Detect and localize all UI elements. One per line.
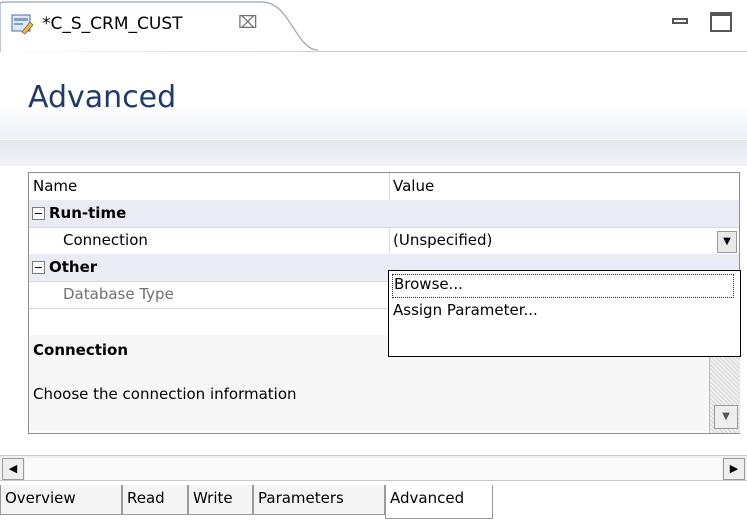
scroll-right-icon[interactable]: ▶	[723, 458, 745, 480]
editor-tab[interactable]: *C_S_CRM_CUST ⌧	[0, 0, 318, 52]
category-label: Run-time	[49, 204, 127, 222]
category-row-run-time[interactable]: Run-time	[29, 200, 739, 228]
editor-tab-title: *C_S_CRM_CUST	[42, 14, 183, 34]
table-header-row: Name Value	[29, 173, 739, 201]
tab-read[interactable]: Read	[122, 485, 188, 515]
dropdown-item-assign-parameter[interactable]: Assign Parameter...	[392, 301, 538, 325]
column-header-name: Name	[33, 177, 78, 195]
property-value-select[interactable]: (Unspecified)	[393, 231, 492, 249]
description-title: Connection	[33, 341, 129, 359]
minimize-icon[interactable]	[672, 18, 688, 24]
collapse-icon[interactable]	[32, 207, 45, 220]
property-row-connection[interactable]: Connection (Unspecified) ▼	[29, 227, 739, 255]
close-icon[interactable]: ⌧	[238, 13, 258, 33]
connection-dropdown-list: Browse... Assign Parameter...	[388, 270, 741, 357]
dropdown-item-browse[interactable]: Browse...	[392, 274, 734, 298]
column-header-value: Value	[393, 177, 435, 195]
editor-tab-strip: *C_S_CRM_CUST ⌧	[0, 0, 747, 52]
header-separator	[0, 140, 747, 166]
scroll-track[interactable]	[25, 458, 722, 480]
tab-advanced[interactable]: Advanced	[385, 485, 493, 519]
maximize-icon[interactable]	[710, 12, 732, 32]
chevron-down-icon[interactable]: ▼	[717, 231, 737, 253]
property-name: Database Type	[63, 285, 174, 303]
description-text: Choose the connection information	[33, 385, 297, 403]
scroll-down-icon[interactable]: ▼	[714, 405, 738, 429]
tab-parameters[interactable]: Parameters	[253, 485, 385, 515]
page-title: Advanced	[28, 80, 177, 115]
tab-overview[interactable]: Overview	[0, 485, 122, 515]
tab-write[interactable]: Write	[188, 485, 253, 515]
page-tabs: Overview Read Write Parameters Advanced	[0, 485, 747, 527]
data-object-icon	[10, 12, 34, 36]
property-name: Connection	[63, 231, 148, 249]
collapse-icon[interactable]	[32, 261, 45, 274]
horizontal-scrollbar[interactable]: ◀ ▶	[0, 455, 747, 481]
scroll-left-icon[interactable]: ◀	[2, 458, 24, 480]
category-label: Other	[49, 258, 98, 276]
